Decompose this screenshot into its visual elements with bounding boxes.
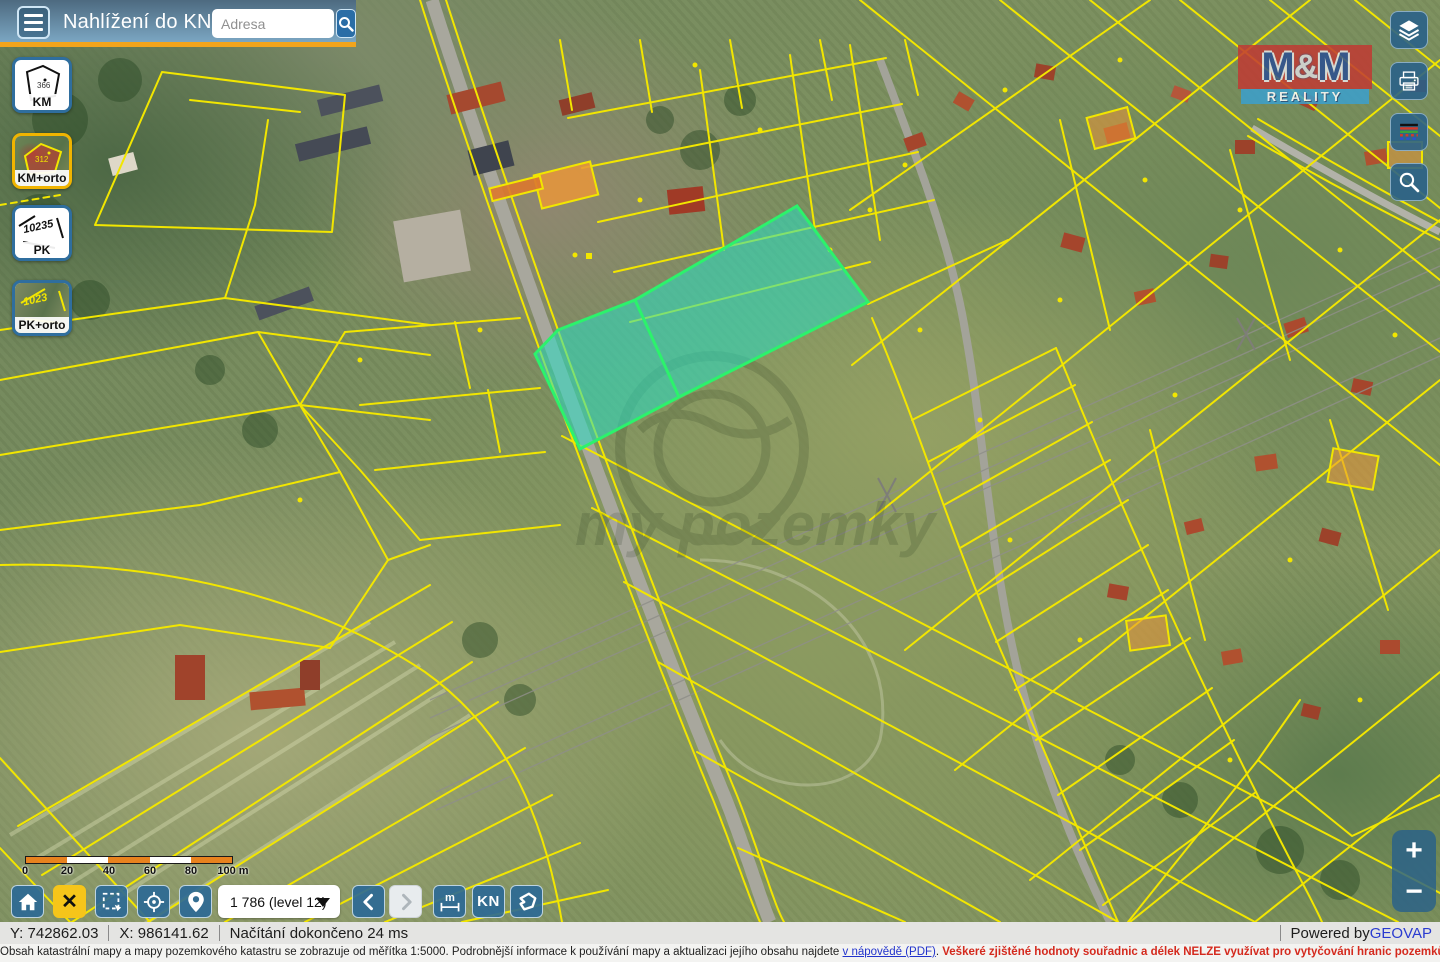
scale-tick: 40	[103, 865, 115, 877]
map-canvas[interactable]: my pozemky	[0, 0, 1440, 922]
zoom-in-button[interactable]: +	[1392, 830, 1436, 871]
measure-icon: m	[438, 890, 462, 914]
select-area-button[interactable]	[95, 885, 128, 918]
hamburger-icon	[24, 14, 43, 17]
app-header: Nahlížení do KN	[0, 0, 356, 47]
mm-reality-logo: M&M REALITY	[1238, 45, 1372, 104]
scale-level-dropdown[interactable]: 1 786 (level 12)	[218, 885, 340, 918]
polygon-icon	[516, 891, 538, 913]
search-button[interactable]	[336, 9, 356, 38]
status-bar: Y: 742862.03 X: 986141.62 Načítání dokon…	[0, 922, 1440, 944]
buildings	[108, 63, 1426, 720]
layers-button[interactable]	[1390, 11, 1428, 49]
forward-chevron-icon	[396, 892, 416, 912]
page-title: Nahlížení do KN	[63, 11, 212, 34]
warning-text: Veškeré zjištěné hodnoty souřadnic a dél…	[942, 946, 1440, 958]
location-pin-icon	[186, 891, 206, 913]
scale-tick: 20	[61, 865, 73, 877]
watermark-text: my pozemky	[575, 491, 938, 558]
layer-label: PK	[15, 242, 69, 258]
draw-polygon-button[interactable]	[510, 885, 543, 918]
scale-tick: 100 m	[217, 865, 248, 877]
close-button[interactable]: ✕	[53, 885, 86, 918]
coordinate-y: Y: 742862.03	[0, 925, 108, 942]
help-pdf-link[interactable]: v nápovědě (PDF)	[843, 946, 936, 958]
loading-status: Načítání dokončeno 24 ms	[220, 925, 418, 942]
layer-button-km[interactable]: 366 KM	[12, 57, 72, 113]
center-map-button[interactable]	[137, 885, 170, 918]
scale-tick: 60	[144, 865, 156, 877]
layer-label: PK+orto	[15, 317, 69, 333]
measure-button[interactable]: m	[433, 885, 466, 918]
powered-by-label: Powered by	[1281, 925, 1370, 942]
layer-label: KM	[15, 94, 69, 110]
layer-label: KM+orto	[15, 170, 69, 186]
hamburger-menu-button[interactable]	[17, 6, 50, 39]
footer-disclaimer: Obsah katastrální mapy a mapy pozemkovéh…	[0, 944, 1440, 962]
scale-tick: 0	[22, 865, 28, 877]
home-button[interactable]	[11, 885, 44, 918]
layer-button-km-orto-selected[interactable]: 312 KM+orto	[12, 133, 72, 189]
zoom-controls: + −	[1392, 830, 1436, 912]
coordinate-x: X: 986141.62	[109, 925, 218, 942]
legend-icon	[1396, 119, 1422, 145]
history-back-button[interactable]	[352, 885, 385, 918]
scale-level-value: 1 786 (level 12)	[230, 894, 327, 910]
magnifier-icon	[1396, 169, 1422, 195]
map-search-button[interactable]	[1390, 163, 1428, 201]
legend-button[interactable]	[1390, 113, 1428, 151]
svg-text:m: m	[445, 892, 455, 904]
scale-bar-segments	[25, 856, 233, 864]
back-chevron-icon	[359, 892, 379, 912]
map-overlay: my pozemky	[0, 0, 1440, 922]
center-target-icon	[143, 891, 165, 913]
print-button[interactable]	[1390, 62, 1428, 100]
zoom-out-button[interactable]: −	[1392, 871, 1436, 912]
close-icon: ✕	[61, 889, 78, 914]
tree-clusters	[14, 58, 1360, 900]
magnifier-icon	[338, 16, 354, 32]
disclaimer-text: Obsah katastrální mapy a mapy pozemkovéh…	[0, 946, 843, 958]
select-area-icon	[101, 891, 123, 913]
address-search-input[interactable]	[212, 9, 334, 38]
logo-top: M&M	[1238, 45, 1372, 89]
home-icon	[17, 891, 39, 913]
print-icon	[1396, 68, 1422, 94]
logo-bottom: REALITY	[1241, 89, 1369, 104]
layer-button-pk[interactable]: 10235 PK	[12, 205, 72, 261]
history-forward-button-disabled[interactable]	[389, 885, 422, 918]
vendor-link[interactable]: GEOVAP	[1370, 925, 1440, 942]
highlighted-parcels[interactable]	[535, 206, 868, 449]
layers-icon	[1396, 17, 1422, 43]
scale-tick: 80	[185, 865, 197, 877]
locate-point-button[interactable]	[179, 885, 212, 918]
kn-info-button[interactable]: KN	[472, 885, 505, 918]
chevron-down-icon	[316, 898, 330, 907]
layer-button-pk-orto[interactable]: 1023 PK+orto	[12, 280, 72, 336]
scale-bar: 0 20 40 60 80 100 m	[25, 856, 233, 879]
